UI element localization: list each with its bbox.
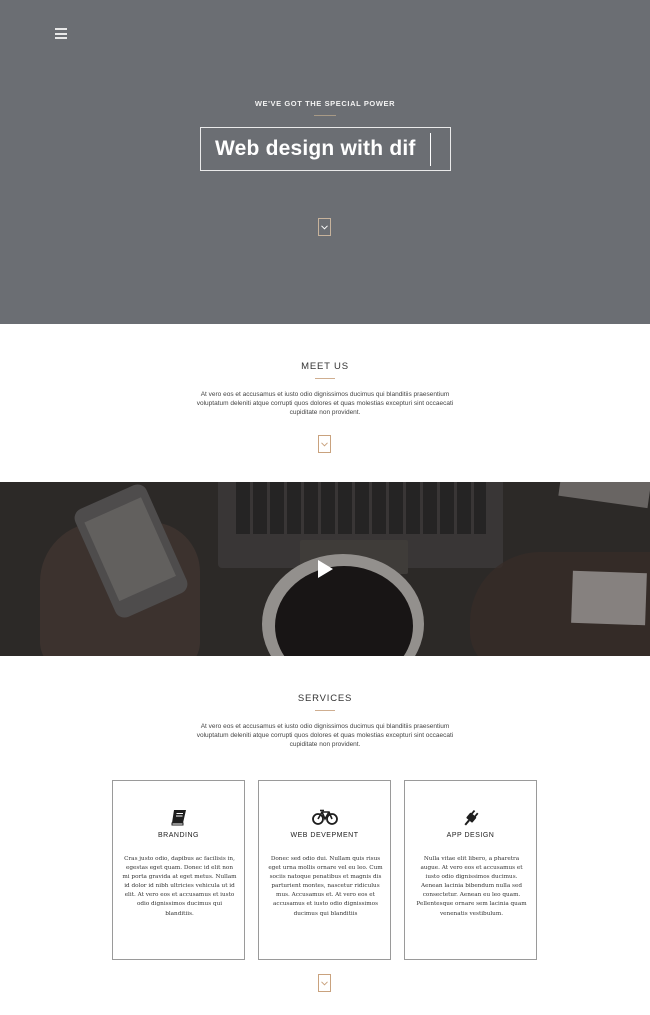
service-description: Cras justo odio, dapibus ac facilisis in… — [122, 856, 237, 917]
bicycle-icon — [311, 809, 338, 825]
services-divider — [315, 710, 335, 711]
services-cards: BRANDING Cras justo odio, dapibus ac fac… — [112, 780, 538, 960]
service-description: Nulla vitae elit libero, a pharetra augu… — [416, 856, 527, 917]
services-text: At vero eos et accusamus et iusto odio d… — [196, 723, 454, 749]
chevron-down-icon — [321, 224, 328, 230]
meet-us-scroll-down-button[interactable] — [318, 435, 331, 453]
typing-caret — [430, 133, 431, 166]
plug-icon — [463, 809, 478, 826]
hero-scroll-down-button[interactable] — [318, 218, 331, 236]
service-description: Donec sed odio dui. Nullam quis risus eg… — [268, 856, 383, 917]
meet-us-text: At vero eos et accusamus et iusto odio d… — [196, 391, 454, 417]
hamburger-icon[interactable] — [55, 28, 67, 39]
services-scroll-down-button[interactable] — [318, 974, 331, 992]
service-card-web-development: WEB DEVEPMENT Donec sed odio dui. Nullam… — [258, 780, 391, 960]
hero-title: Web design with dif — [215, 137, 416, 160]
chevron-down-icon — [321, 980, 328, 986]
service-card-branding: BRANDING Cras justo odio, dapibus ac fac… — [112, 780, 245, 960]
video-section — [0, 482, 650, 656]
hero-divider — [314, 115, 336, 116]
hero-eyebrow: WE'VE GOT THE SPECIAL POWER — [254, 99, 396, 108]
chevron-down-icon — [321, 441, 328, 447]
play-icon[interactable] — [316, 559, 334, 579]
meet-us-title: MEET US — [301, 361, 349, 372]
book-icon — [171, 810, 186, 826]
hero-section: WE'VE GOT THE SPECIAL POWER Web design w… — [0, 0, 650, 324]
service-title: WEB DEVEPMENT — [290, 832, 359, 839]
services-title: SERVICES — [297, 693, 353, 704]
meet-us-divider — [315, 378, 335, 379]
service-title: APP DESIGN — [446, 832, 495, 839]
service-card-app-design: APP DESIGN Nulla vitae elit libero, a ph… — [404, 780, 537, 960]
hero-title-box: Web design with dif — [200, 127, 451, 171]
service-title: BRANDING — [158, 832, 199, 839]
